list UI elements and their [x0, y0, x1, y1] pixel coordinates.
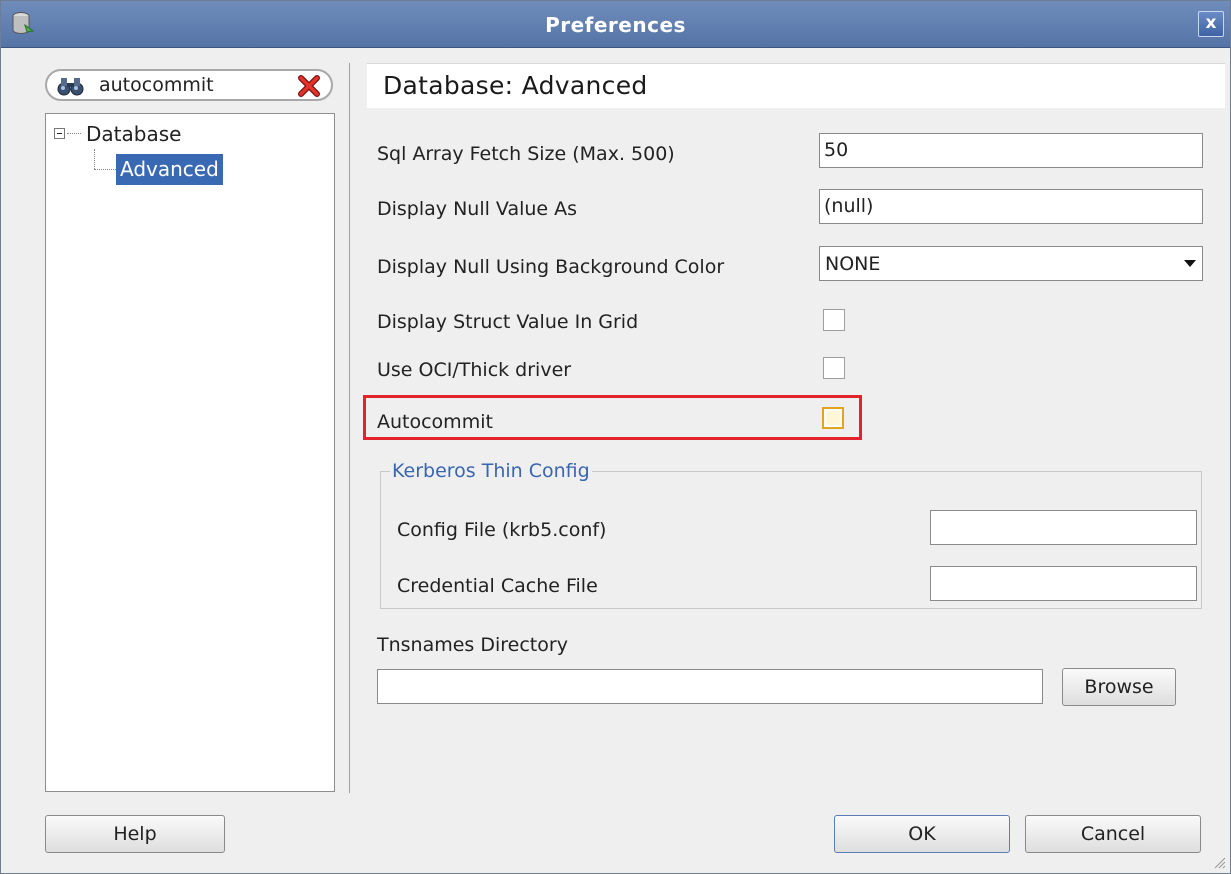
credential-cache-label: Credential Cache File — [397, 575, 598, 597]
page-title: Database: Advanced — [383, 71, 648, 100]
null-value-label: Display Null Value As — [377, 198, 578, 220]
preferences-dialog: Preferences x Database Advanced Database… — [0, 0, 1231, 874]
null-bg-color-value: NONE — [825, 253, 881, 275]
chevron-down-icon[interactable] — [1184, 260, 1196, 267]
search-input[interactable] — [99, 74, 299, 96]
binoculars-icon — [57, 78, 84, 96]
tnsnames-input[interactable] — [382, 675, 980, 697]
window-title: Preferences — [545, 13, 686, 37]
page-header: Database: Advanced — [367, 63, 1225, 108]
sql-fetch-size-label: Sql Array Fetch Size (Max. 500) — [377, 143, 675, 165]
null-bg-color-select[interactable]: NONE — [819, 246, 1203, 281]
kerberos-group-title: Kerberos Thin Config — [390, 460, 592, 482]
autocommit-checkbox[interactable] — [822, 407, 844, 429]
tnsnames-field[interactable] — [377, 669, 1043, 704]
close-button[interactable]: x — [1198, 11, 1224, 37]
title-bar[interactable]: Preferences x — [1, 1, 1230, 48]
config-file-input[interactable] — [935, 516, 1174, 538]
config-file-label: Config File (krb5.conf) — [397, 519, 607, 541]
help-button[interactable]: Help — [45, 815, 225, 853]
sql-fetch-size-input[interactable] — [824, 139, 1168, 161]
panel-splitter[interactable] — [349, 63, 350, 793]
credential-cache-field[interactable] — [930, 566, 1197, 601]
tree-item-advanced[interactable]: Advanced — [116, 154, 223, 185]
struct-value-checkbox[interactable] — [823, 309, 845, 331]
oci-thick-label: Use OCI/Thick driver — [377, 359, 572, 381]
sql-fetch-size-field[interactable] — [819, 133, 1203, 168]
preferences-tree: Database Advanced — [45, 113, 335, 792]
null-value-field[interactable] — [819, 189, 1203, 224]
resize-grip-icon[interactable] — [1212, 855, 1226, 869]
clear-search-icon[interactable] — [297, 74, 321, 98]
oci-thick-checkbox[interactable] — [823, 357, 845, 379]
cancel-button[interactable]: Cancel — [1025, 815, 1201, 853]
null-value-input[interactable] — [824, 195, 1168, 217]
autocommit-label: Autocommit — [377, 411, 493, 433]
tnsnames-label: Tnsnames Directory — [377, 634, 568, 656]
ok-button[interactable]: OK — [834, 815, 1010, 853]
search-box — [45, 69, 333, 101]
struct-value-label: Display Struct Value In Grid — [377, 311, 639, 333]
credential-cache-input[interactable] — [935, 572, 1174, 594]
null-bg-color-label: Display Null Using Background Color — [377, 256, 725, 278]
config-file-field[interactable] — [930, 510, 1197, 545]
tree-item-database[interactable]: Database — [86, 122, 181, 146]
close-icon: x — [1205, 13, 1217, 33]
browse-button[interactable]: Browse — [1062, 668, 1176, 706]
collapse-toggle-icon[interactable] — [54, 128, 65, 139]
